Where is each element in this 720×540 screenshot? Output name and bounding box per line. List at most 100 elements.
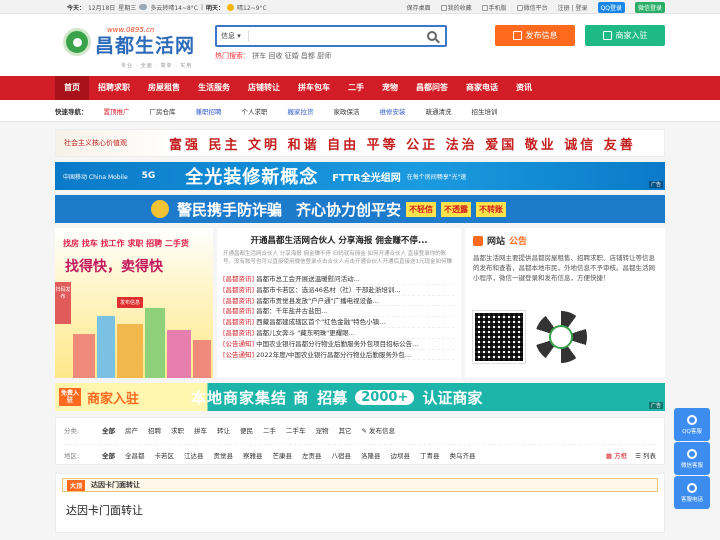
merchant-join-button[interactable]: 商家入驻 [585, 25, 665, 46]
carrier-name: 中国移动 China Mobile [63, 173, 128, 181]
category-option[interactable]: 房产 [125, 425, 138, 435]
nav-news[interactable]: 资讯 [507, 76, 541, 100]
news-item[interactable]: [昌都资讯] 西藏昌都建成辖区首个"红色金融"特色小镇... [223, 317, 455, 328]
anti-fraud-banner[interactable]: 警民携手防诈骗 齐心协力创平安 不轻信 不透露 不转账 [55, 195, 665, 223]
date: 12月18日 [88, 4, 116, 12]
building-illustration [193, 340, 211, 378]
area-option[interactable]: 卡若区 [155, 450, 175, 460]
area-option[interactable]: 左贡县 [302, 450, 322, 460]
quick-item-training[interactable]: 招生培训 [462, 106, 508, 116]
nav-services[interactable]: 生活服务 [189, 76, 239, 100]
category-option[interactable]: 二手车 [286, 425, 306, 435]
listing-panel: 大顶 达因卡门面转让 达因卡门面转让 [55, 473, 665, 533]
search-input[interactable] [249, 27, 419, 45]
hot-terms[interactable]: 拼车 回收 征婚 昌都 厨师 [252, 52, 331, 60]
search-button[interactable] [419, 27, 445, 45]
category-option[interactable]: 转让 [217, 425, 230, 435]
quick-item-warehouse[interactable]: 厂房仓库 [140, 106, 186, 116]
nav-housing[interactable]: 房屋租售 [139, 76, 189, 100]
news-item[interactable]: [公告通知] 中国农业银行昌都分行物业后勤服务外包项目招标公告... [223, 339, 455, 350]
qq-service-button[interactable]: QQ客服 [674, 408, 710, 441]
core-values-words: 富强 民主 文明 和谐 自由 平等 公正 法治 爱国 敬业 诚信 友善 [169, 137, 636, 153]
view-toggle: ▦ 方框 ☰ 列表 [606, 450, 656, 460]
search-category-select[interactable]: 信息 ▾ [217, 30, 249, 42]
category-label: 分类: [64, 427, 80, 435]
category-option[interactable]: 全部 [102, 425, 115, 435]
nav-merchant-phone[interactable]: 商家电话 [457, 76, 507, 100]
news-item[interactable]: [昌都资讯] 昌都市卡若区：选派46名村（社）干部赴浙培训... [223, 285, 455, 296]
area-option[interactable]: 江达县 [184, 450, 204, 460]
list-view-button[interactable]: ☰ 列表 [635, 450, 656, 460]
core-values-banner[interactable]: 社会主义核心价值观 富强 民主 文明 和谐 自由 平等 公正 法治 爱国 敬业 … [55, 129, 665, 157]
quick-item-jobseek[interactable]: 个人求职 [232, 106, 278, 116]
save-desktop-link[interactable]: 保存桌面 [407, 3, 431, 12]
area-option[interactable]: 八宿县 [332, 450, 352, 460]
news-headline[interactable]: 开通昌都生活网合伙人 分享海报 佣金赚不停... [223, 234, 455, 246]
phone-service-button[interactable]: 客服电话 [674, 476, 710, 509]
category-option[interactable]: 拼车 [194, 425, 207, 435]
quick-item-moving[interactable]: 搬家拉货 [278, 106, 324, 116]
favorites-link[interactable]: 我的收藏 [440, 3, 472, 12]
merchant-banner[interactable]: 免费入驻 商家入驻 本地商家集结 商 招募 2000+ 认证商家 广告 [55, 383, 665, 411]
news-item[interactable]: [昌都资讯] 昌都市总工会开展送温暖慰问活动... [223, 274, 455, 285]
nav-carpool[interactable]: 拼车包车 [289, 76, 339, 100]
quick-item-repair[interactable]: 维修安装 [370, 106, 416, 116]
quick-item-cleaning[interactable]: 家政保洁 [324, 106, 370, 116]
poster-post-button[interactable]: 发布信息 [117, 297, 144, 308]
shop-icon [602, 31, 612, 40]
header: www.0895.cn 昌都生活网 专业 · 全面 · 简单 · 实用 信息 ▾… [0, 14, 720, 76]
nav-secondhand[interactable]: 二手 [339, 76, 373, 100]
site-logo[interactable]: www.0895.cn 昌都生活网 专业 · 全面 · 简单 · 实用 [63, 25, 196, 69]
quick-item-dredge[interactable]: 疏通清洗 [416, 106, 462, 116]
area-option[interactable]: 全昌都 [125, 450, 145, 460]
notice-text: 昌都生活网主要提供昌都房屋租售、招聘求职、店铺转让等信息的发布和查看，昌都本地市… [473, 254, 655, 282]
area-option[interactable]: 察雅县 [243, 450, 263, 460]
china-mobile-banner[interactable]: 中国移动 China Mobile 5G 全光装修新概念 FTTR全光组网 在每… [55, 162, 665, 190]
news-description: 开通昌都生活网合伙人 分享海报 佣金赚不停 扫码就有佣金 如何开通合伙人 直接登… [223, 251, 453, 265]
area-option[interactable]: 全部 [102, 450, 115, 460]
area-option[interactable]: 丁青县 [420, 450, 440, 460]
category-option[interactable]: 二手 [263, 425, 276, 435]
category-filter: 分类: 全部 房产 招聘 求职 拼车 转让 便民 二手 二手车 宠物 其它 ✎ … [64, 422, 656, 438]
news-item[interactable]: [公告通知] 2022年度/中国农业银行昌都分行物业后勤服务外包... [223, 350, 455, 361]
category-option[interactable]: 便民 [240, 425, 253, 435]
listing-title[interactable]: 达因卡门面转让 [66, 502, 658, 518]
category-option[interactable]: 宠物 [316, 425, 329, 435]
news-item[interactable]: [昌都资讯] 昌都市贡觉县发放"户户通"广播电视设备... [223, 296, 455, 307]
building-illustration [73, 334, 95, 378]
logo-text: 昌都生活网 [95, 35, 196, 57]
login-link[interactable]: 登录 [576, 5, 588, 12]
area-option[interactable]: 芒康县 [273, 450, 293, 460]
nav-home[interactable]: 首页 [55, 76, 89, 100]
merchant-recruit: 招募 [317, 388, 348, 407]
area-option[interactable]: 贡觉县 [214, 450, 234, 460]
phone-icon [687, 482, 697, 493]
grid-view-button[interactable]: ▦ 方框 [606, 450, 627, 460]
category-option[interactable]: 招聘 [148, 425, 161, 435]
wechat-login-button[interactable]: 微信登录 [634, 1, 665, 13]
news-item[interactable]: [昌都资讯] 昌都儿女奔斗 "藏东明珠"更耀眼... [223, 328, 455, 339]
area-option[interactable]: 洛隆县 [361, 450, 381, 460]
promo-poster[interactable]: 找房 找车 找工作 求职 招聘 二手货 找得快，卖得快 扫码发布 发布信息 [55, 228, 213, 378]
category-option[interactable]: 求职 [171, 425, 184, 435]
nav-pets[interactable]: 宠物 [373, 76, 407, 100]
qq-login-button[interactable]: QQ登录 [597, 1, 625, 13]
category-option[interactable]: 其它 [339, 425, 352, 435]
nav-qa[interactable]: 昌都问答 [407, 76, 457, 100]
quick-item-parttime[interactable]: 兼职招聘 [186, 106, 232, 116]
cloudy-icon [139, 4, 148, 10]
quick-item-top-promo[interactable]: 置顶推广 [94, 106, 140, 116]
area-option[interactable]: 类乌齐县 [450, 450, 476, 460]
area-option[interactable]: 边坝县 [391, 450, 411, 460]
news-item[interactable]: [昌都资讯] 昌都：千年盐井古盐田... [223, 306, 455, 318]
wechat-service-button[interactable]: 微信客服 [674, 442, 710, 475]
listing-top-header[interactable]: 大顶 达因卡门面转让 [62, 478, 658, 492]
megaphone-icon [473, 235, 483, 246]
register-link[interactable]: 注册 [558, 5, 570, 12]
nav-shop-transfer[interactable]: 店铺转让 [239, 76, 289, 100]
nav-jobs[interactable]: 招聘求职 [89, 76, 139, 100]
wechat-link[interactable]: 微信平台 [516, 3, 548, 12]
post-info-button[interactable]: 发布信息 [495, 25, 575, 46]
filter-post-link[interactable]: ✎ 发布信息 [362, 425, 396, 435]
mobile-link[interactable]: 手机版 [481, 3, 507, 12]
